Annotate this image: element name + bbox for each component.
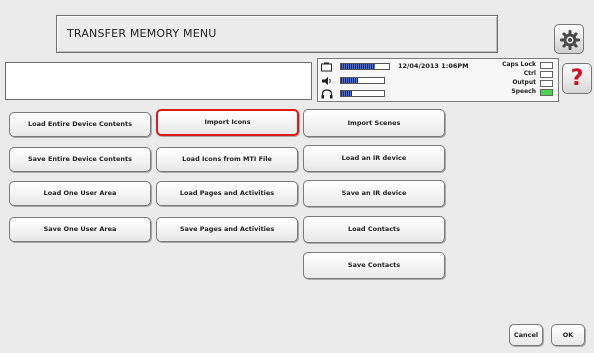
ctrl-label: Ctrl	[523, 70, 536, 77]
output-label: Output	[512, 79, 536, 86]
help-button[interactable]: ?	[562, 63, 592, 94]
volume-meter	[340, 77, 385, 84]
save-one-user-area-button[interactable]: Save One User Area	[9, 217, 151, 242]
save-contacts-button[interactable]: Save Contacts	[303, 252, 445, 279]
import-scenes-button[interactable]: Import Scenes	[303, 109, 445, 137]
message-display	[5, 62, 312, 100]
ctrl-indicator	[540, 71, 553, 78]
battery-meter	[340, 63, 390, 70]
volume-level-fill	[341, 78, 359, 83]
page-title: TRANSFER MEMORY MENU	[67, 27, 217, 40]
settings-button[interactable]	[554, 24, 584, 54]
headphone-meter	[340, 90, 385, 97]
date-time: 12/04/2013 1:06PM	[398, 62, 469, 70]
status-panel: 12/04/2013 1:06PM Caps Lock Ctrl Output …	[317, 58, 559, 102]
load-entire-device-contents-button[interactable]: Load Entire Device Contents	[9, 112, 151, 137]
speech-indicator	[540, 89, 553, 96]
gear-icon	[560, 30, 580, 50]
headphone-level-fill	[341, 91, 352, 96]
battery-icon	[321, 62, 333, 73]
ok-button[interactable]: OK	[551, 324, 585, 346]
load-contacts-button[interactable]: Load Contacts	[303, 216, 445, 243]
headphones-icon	[321, 89, 333, 100]
save-an-ir-device-button[interactable]: Save an IR device	[303, 180, 445, 207]
title-box: TRANSFER MEMORY MENU	[56, 15, 498, 53]
battery-level-fill	[341, 64, 375, 69]
help-icon: ?	[570, 66, 584, 91]
import-icons-button[interactable]: Import Icons	[156, 109, 299, 136]
load-one-user-area-button[interactable]: Load One User Area	[9, 181, 151, 206]
speaker-icon	[321, 76, 333, 87]
save-entire-device-contents-button[interactable]: Save Entire Device Contents	[9, 147, 151, 172]
load-an-ir-device-button[interactable]: Load an IR device	[303, 145, 445, 172]
speech-label: Speech	[511, 88, 536, 95]
load-pages-and-activities-button[interactable]: Load Pages and Activities	[156, 181, 298, 206]
caps-lock-label: Caps Lock	[502, 61, 536, 68]
output-indicator	[540, 80, 553, 87]
caps-lock-indicator	[540, 62, 553, 69]
cancel-button[interactable]: Cancel	[509, 324, 543, 346]
save-pages-and-activities-button[interactable]: Save Pages and Activities	[156, 217, 298, 242]
load-icons-from-mti-file-button[interactable]: Load Icons from MTI File	[156, 147, 298, 172]
